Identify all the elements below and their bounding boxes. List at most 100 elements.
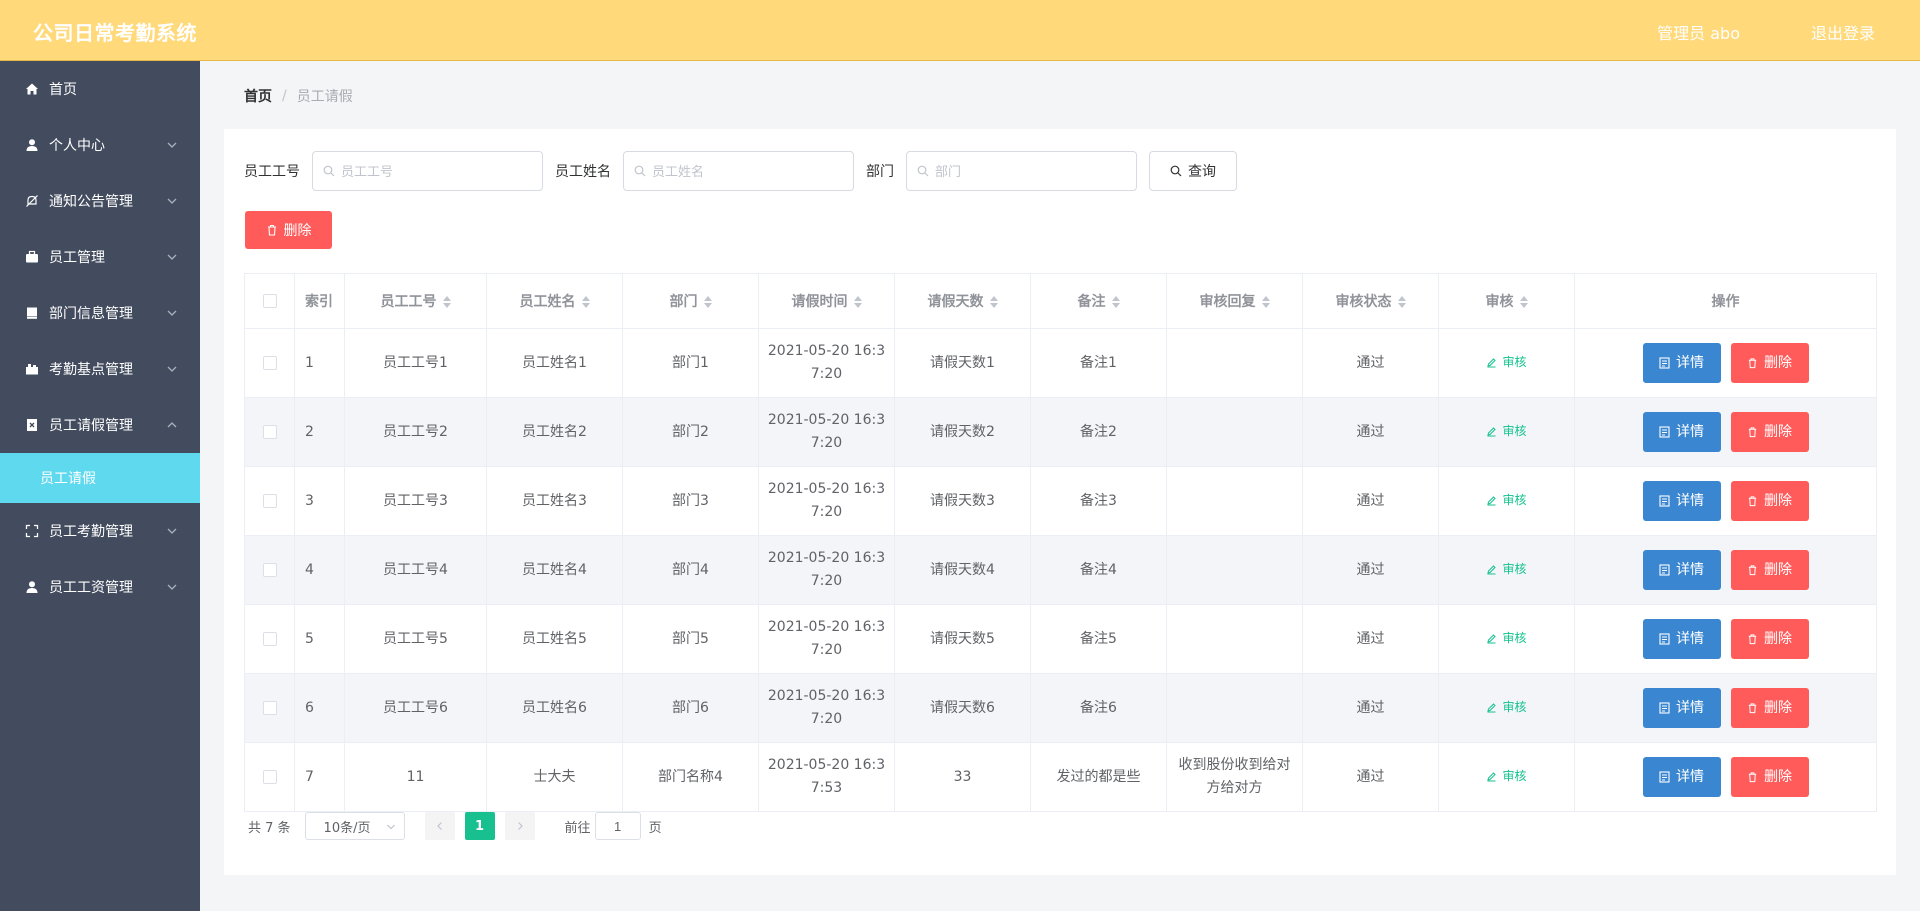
audit-link[interactable]: 审核 [1486, 627, 1527, 650]
sort-icon[interactable] [703, 296, 712, 308]
audit-link[interactable]: 审核 [1486, 420, 1527, 443]
document-icon [1659, 633, 1670, 645]
detail-button[interactable]: 详情 [1642, 550, 1721, 590]
detail-button[interactable]: 详情 [1642, 343, 1721, 383]
sidebar-item-personal-center[interactable]: 个人中心 [0, 117, 200, 173]
page-size-select[interactable]: 10条/页 [304, 812, 405, 840]
col-header-status[interactable]: 审核状态 [1302, 273, 1439, 329]
sidebar-item-label: 员工请假管理 [49, 418, 133, 434]
detail-button[interactable]: 详情 [1642, 688, 1721, 728]
sort-icon[interactable] [1397, 296, 1406, 308]
col-header-remark[interactable]: 备注 [1030, 273, 1167, 329]
sidebar-subitem-leave[interactable]: 员工请假 [0, 453, 200, 503]
batch-delete-button[interactable]: 删除 [245, 211, 332, 249]
detail-button[interactable]: 详情 [1642, 412, 1721, 452]
main-content: 首页 / 员工请假 员工工号 员工姓名 部门 查询 [200, 61, 1920, 911]
col-header-actions: 操作 [1574, 273, 1877, 329]
cell-status: 通过 [1302, 328, 1439, 398]
page-number-current[interactable]: 1 [464, 812, 495, 840]
cell-actions: 详情 删除 [1574, 604, 1877, 674]
employee-name-input[interactable] [652, 163, 842, 179]
sidebar-item-notice[interactable]: 通知公告管理 [0, 173, 200, 229]
cell-leave-time-line2: 7:53 [810, 780, 843, 796]
sidebar-item-salary[interactable]: 员工工资管理 [0, 559, 200, 615]
search-icon [917, 165, 929, 177]
row-checkbox[interactable] [262, 631, 277, 646]
breadcrumb-current: 员工请假 [296, 89, 353, 105]
delete-button[interactable]: 删除 [1730, 757, 1809, 797]
audit-link[interactable]: 审核 [1486, 489, 1527, 512]
document-icon [1659, 495, 1670, 507]
sort-icon[interactable] [581, 296, 590, 308]
sidebar-item-home[interactable]: 首页 [0, 61, 200, 117]
audit-link[interactable]: 审核 [1486, 558, 1527, 581]
detail-button[interactable]: 详情 [1642, 757, 1721, 797]
audit-link[interactable]: 审核 [1486, 696, 1527, 719]
table-row: 2 员工工号2 员工姓名2 部门2 2021-05-20 16:3 7:20 请假天数2 备注… [244, 397, 1877, 467]
edit-icon [1486, 771, 1497, 782]
dept-input[interactable] [935, 163, 1125, 179]
col-header-employee-name[interactable]: 员工姓名 [486, 273, 623, 329]
prev-page-button[interactable] [424, 812, 455, 840]
sidebar-item-department[interactable]: 部门信息管理 [0, 285, 200, 341]
sort-icon[interactable] [989, 296, 998, 308]
delete-button[interactable]: 删除 [1730, 412, 1809, 452]
row-checkbox[interactable] [262, 355, 277, 370]
sidebar-item-attendance[interactable]: 员工考勤管理 [0, 503, 200, 559]
delete-button[interactable]: 删除 [1730, 481, 1809, 521]
cell-dept: 部门4 [622, 535, 759, 605]
cell-audit: 审核 [1438, 604, 1575, 674]
detail-button[interactable]: 详情 [1642, 481, 1721, 521]
dept-field[interactable] [906, 151, 1137, 191]
employee-name-label: 员工姓名 [555, 164, 611, 180]
sidebar-item-attendance-base[interactable]: 考勤基点管理 [0, 341, 200, 397]
row-checkbox[interactable] [262, 700, 277, 715]
audit-link-label: 审核 [1502, 492, 1527, 507]
row-checkbox[interactable] [262, 424, 277, 439]
employee-no-input[interactable] [341, 163, 531, 179]
app-title: 公司日常考勤系统 [33, 21, 197, 45]
sidebar-item-employee[interactable]: 员工管理 [0, 229, 200, 285]
sort-icon[interactable] [1261, 296, 1270, 308]
cell-reply [1166, 466, 1303, 536]
logout-link[interactable]: 退出登录 [1811, 20, 1875, 44]
select-all-cell [244, 273, 295, 329]
delete-button[interactable]: 删除 [1730, 550, 1809, 590]
row-checkbox[interactable] [262, 769, 277, 784]
delete-button[interactable]: 删除 [1730, 688, 1809, 728]
cell-leave-time-line2: 7:20 [810, 573, 843, 589]
delete-button[interactable]: 删除 [1730, 619, 1809, 659]
next-page-button[interactable] [504, 812, 535, 840]
sort-icon[interactable] [1111, 296, 1120, 308]
query-button[interactable]: 查询 [1149, 151, 1237, 191]
col-header-audit[interactable]: 审核 [1438, 273, 1575, 329]
col-header-employee-no[interactable]: 员工工号 [344, 273, 487, 329]
goto-page-input[interactable] [594, 812, 641, 840]
detail-button-label: 详情 [1676, 699, 1704, 716]
col-header-reply[interactable]: 审核回复 [1166, 273, 1303, 329]
audit-link[interactable]: 审核 [1486, 351, 1527, 374]
sidebar-item-leave-management[interactable]: 员工请假管理 [0, 397, 200, 453]
cell-status: 通过 [1302, 604, 1439, 674]
document-icon [1659, 426, 1670, 438]
select-all-checkbox[interactable] [262, 294, 277, 308]
delete-button[interactable]: 删除 [1730, 343, 1809, 383]
sort-icon[interactable] [442, 296, 451, 308]
col-header-leave-days[interactable]: 请假天数 [894, 273, 1031, 329]
breadcrumb-home[interactable]: 首页 [244, 86, 272, 106]
row-checkbox[interactable] [262, 493, 277, 508]
audit-link[interactable]: 审核 [1486, 765, 1527, 788]
sort-icon[interactable] [853, 296, 862, 308]
sort-icon[interactable] [1519, 296, 1528, 308]
detail-button[interactable]: 详情 [1642, 619, 1721, 659]
col-header-dept[interactable]: 部门 [622, 273, 759, 329]
cell-reply [1166, 604, 1303, 674]
cell-audit: 审核 [1438, 673, 1575, 743]
cell-dept: 部门3 [622, 466, 759, 536]
cell-index: 3 [294, 466, 345, 536]
employee-name-field[interactable] [623, 151, 854, 191]
briefcase-icon [24, 249, 40, 265]
row-checkbox[interactable] [262, 562, 277, 577]
employee-no-field[interactable] [312, 151, 543, 191]
col-header-leave-time[interactable]: 请假时间 [758, 273, 895, 329]
